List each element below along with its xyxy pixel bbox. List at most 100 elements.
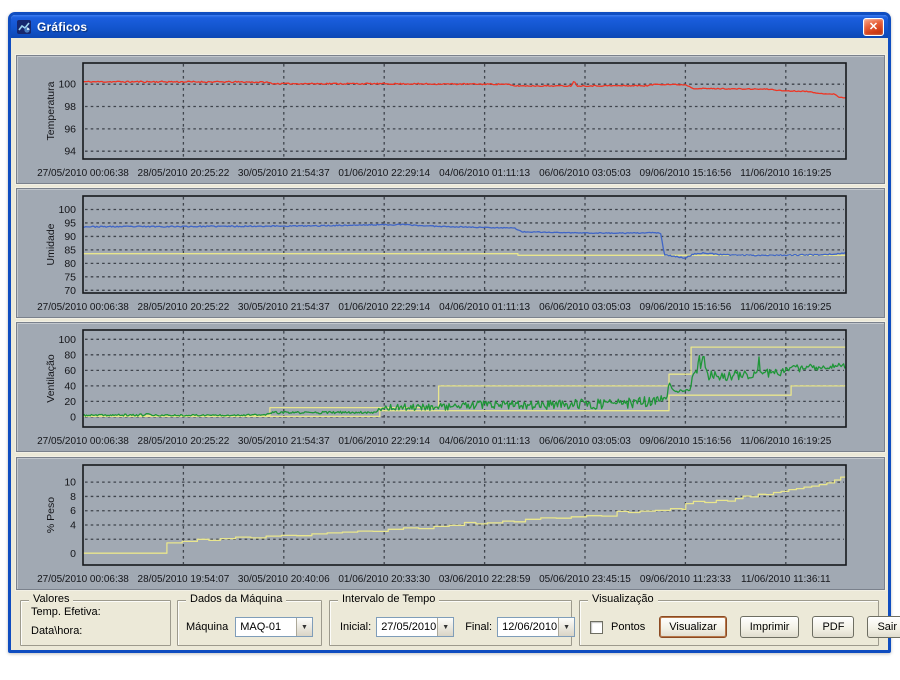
x-tick-label: 04/06/2010 01:11:13 (439, 168, 530, 179)
y-tick-label: 0 (70, 548, 76, 560)
x-tick-label: 11/06/2010 16:19:25 (740, 168, 831, 179)
y-tick-label: 100 (58, 334, 76, 346)
final-date-value: 12/06/2010 (498, 618, 558, 636)
x-tick-label: 11/06/2010 16:19:25 (740, 436, 831, 447)
chart-peso: 108640% Peso27/05/2010 00:06:3828/05/201… (17, 458, 886, 591)
inicial-date-value: 27/05/2010 (377, 618, 437, 636)
x-tick-label: 28/05/2010 19:54:07 (138, 574, 230, 585)
series-ventilacao-max-line (83, 347, 846, 415)
x-tick-label: 03/06/2010 22:28:59 (439, 574, 531, 585)
group-visualizacao-title: Visualização (588, 593, 658, 605)
y-axis-title: Umidade (45, 223, 57, 265)
y-tick-label: 94 (64, 146, 76, 158)
y-tick-label: 98 (64, 101, 76, 113)
close-button[interactable]: ✕ (863, 18, 884, 36)
chevron-down-icon[interactable]: ▼ (558, 618, 574, 636)
x-tick-label: 06/06/2010 03:05:03 (539, 436, 631, 447)
chart-ventilacao: 100 80 60 40 20 0 Ventilação 27/05/2010 00:06:3… (17, 323, 886, 453)
x-tick-label: 30/05/2010 21:54:37 (238, 302, 330, 313)
imprimir-button[interactable]: Imprimir (740, 616, 800, 638)
x-tick-label: 27/05/2010 00:06:38 (37, 302, 129, 313)
x-tick-label: 30/05/2010 21:54:37 (238, 436, 330, 447)
y-tick-label: 0 (70, 411, 76, 423)
button-row: Visualizar Imprimir PDF Sair (659, 616, 900, 638)
x-tick-label: 27/05/2010 00:06:38 (37, 436, 129, 447)
y-axis-title: Temperatura (45, 81, 57, 140)
x-tick-label: 06/06/2010 03:05:03 (539, 168, 631, 179)
chevron-down-icon[interactable]: ▼ (437, 618, 453, 636)
app-window: Gráficos ✕ 100989694Temperatura27/05/201… (8, 12, 891, 653)
y-axis-title: Ventilação (45, 354, 57, 403)
group-visualizacao: Visualização Pontos Visualizar Imprimir … (579, 600, 879, 646)
visualizar-button[interactable]: Visualizar (659, 616, 727, 638)
sair-button[interactable]: Sair (867, 616, 900, 638)
final-date-select[interactable]: 12/06/2010 ▼ (497, 617, 575, 637)
client-area: 100989694Temperatura27/05/2010 00:06:382… (11, 38, 888, 650)
x-tick-label: 09/06/2010 15:16:56 (640, 168, 732, 179)
x-tick-label: 09/06/2010 15:16:56 (640, 302, 732, 313)
chart-panel-ventilacao: 100 80 60 40 20 0 Ventilação 27/05/2010 00:06:3… (16, 322, 885, 452)
title-bar: Gráficos ✕ (11, 15, 888, 38)
series-temperatura-line (83, 81, 846, 98)
group-dados-maquina: Dados da Máquina Máquina MAQ-01 ▼ (177, 600, 322, 646)
y-tick-label: 10 (64, 477, 76, 489)
group-valores: Valores Temp. Efetiva: Data\hora: (20, 600, 171, 646)
y-tick-label: 100 (58, 79, 76, 91)
app-icon (16, 19, 32, 35)
x-tick-label: 01/06/2010 22:29:14 (338, 302, 430, 313)
y-tick-label: 20 (64, 396, 76, 408)
x-tick-label: 11/06/2010 16:19:25 (740, 302, 831, 313)
x-tick-label: 11/06/2010 11:36:11 (741, 574, 831, 585)
y-tick-label: 6 (70, 505, 76, 517)
x-tick-label: 04/06/2010 01:11:13 (439, 436, 530, 447)
inicial-label: Inicial: (340, 621, 371, 633)
pontos-label: Pontos (611, 621, 645, 633)
chevron-down-icon[interactable]: ▼ (296, 618, 312, 636)
plot-border (83, 196, 846, 293)
group-intervalo-tempo: Intervalo de Tempo Inicial: 27/05/2010 ▼… (329, 600, 572, 646)
chart-panel-temperatura: 100989694Temperatura27/05/2010 00:06:382… (16, 55, 885, 184)
x-tick-label: 28/05/2010 20:25:22 (138, 436, 230, 447)
maquina-label: Máquina (186, 621, 228, 633)
y-tick-label: 90 (64, 231, 76, 243)
x-tick-label: 01/06/2010 22:29:14 (338, 436, 430, 447)
x-tick-label: 27/05/2010 00:06:38 (37, 168, 129, 179)
y-tick-label: 80 (64, 258, 76, 270)
plot-border (83, 63, 846, 159)
x-tick-label: 01/06/2010 20:33:30 (338, 574, 430, 585)
group-valores-title: Valores (29, 593, 73, 605)
x-tick-label: 04/06/2010 01:11:13 (439, 302, 530, 313)
window-title: Gráficos (37, 20, 87, 34)
y-tick-label: 60 (64, 365, 76, 377)
y-tick-label: 95 (64, 217, 76, 229)
x-tick-label: 06/06/2010 03:05:03 (539, 302, 631, 313)
group-intervalo-title: Intervalo de Tempo (338, 593, 439, 605)
x-tick-label: 09/06/2010 15:16:56 (640, 436, 732, 447)
maquina-select[interactable]: MAQ-01 ▼ (235, 617, 313, 637)
y-tick-label: 8 (70, 491, 76, 503)
x-tick-label: 28/05/2010 20:25:22 (138, 168, 230, 179)
x-tick-label: 30/05/2010 20:40:06 (238, 574, 330, 585)
close-icon: ✕ (869, 21, 878, 33)
y-tick-label: 70 (64, 285, 76, 297)
y-tick-label: 80 (64, 349, 76, 361)
y-tick-label: 100 (58, 204, 76, 216)
plot-border (83, 465, 846, 565)
maquina-value: MAQ-01 (236, 618, 296, 636)
page-background: Gráficos ✕ 100989694Temperatura27/05/201… (0, 0, 900, 680)
final-label: Final: (465, 621, 492, 633)
inicial-date-select[interactable]: 27/05/2010 ▼ (376, 617, 454, 637)
temp-efetiva-label: Temp. Efetiva: (31, 606, 101, 618)
pdf-button[interactable]: PDF (812, 616, 854, 638)
x-tick-label: 30/05/2010 21:54:37 (238, 168, 330, 179)
x-tick-label: 05/06/2010 23:45:15 (539, 574, 631, 585)
data-hora-label: Data\hora: (31, 625, 82, 637)
y-axis-title: % Peso (45, 497, 57, 533)
x-tick-label: 09/06/2010 11:23:33 (640, 574, 731, 585)
y-tick-label: 85 (64, 244, 76, 256)
chart-panel-umidade: 100959085807570Umidade27/05/2010 00:06:3… (16, 188, 885, 318)
y-tick-label: 40 (64, 380, 76, 392)
pontos-checkbox[interactable] (590, 621, 603, 634)
x-tick-label: 28/05/2010 20:25:22 (138, 302, 230, 313)
group-dados-maquina-title: Dados da Máquina (186, 593, 286, 605)
